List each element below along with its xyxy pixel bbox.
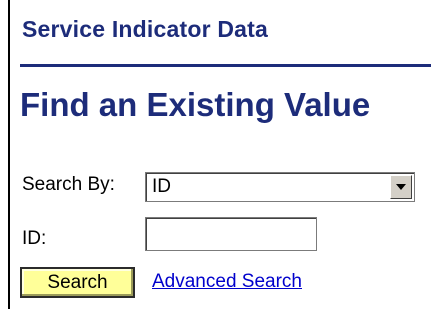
search-by-selected-value: ID [152,176,171,197]
search-by-select[interactable]: ID [145,172,415,202]
page-title: Find an Existing Value [20,86,371,123]
id-input[interactable] [145,217,317,251]
search-by-label: Search By: [22,174,115,195]
search-button[interactable]: Search [20,267,135,298]
advanced-search-link[interactable]: Advanced Search [152,271,302,293]
header-title: Service Indicator Data [22,16,269,42]
id-label: ID: [22,228,47,249]
header-divider [20,64,431,67]
chevron-down-icon [396,184,406,190]
dropdown-button[interactable] [390,175,412,199]
page-frame [8,0,431,309]
